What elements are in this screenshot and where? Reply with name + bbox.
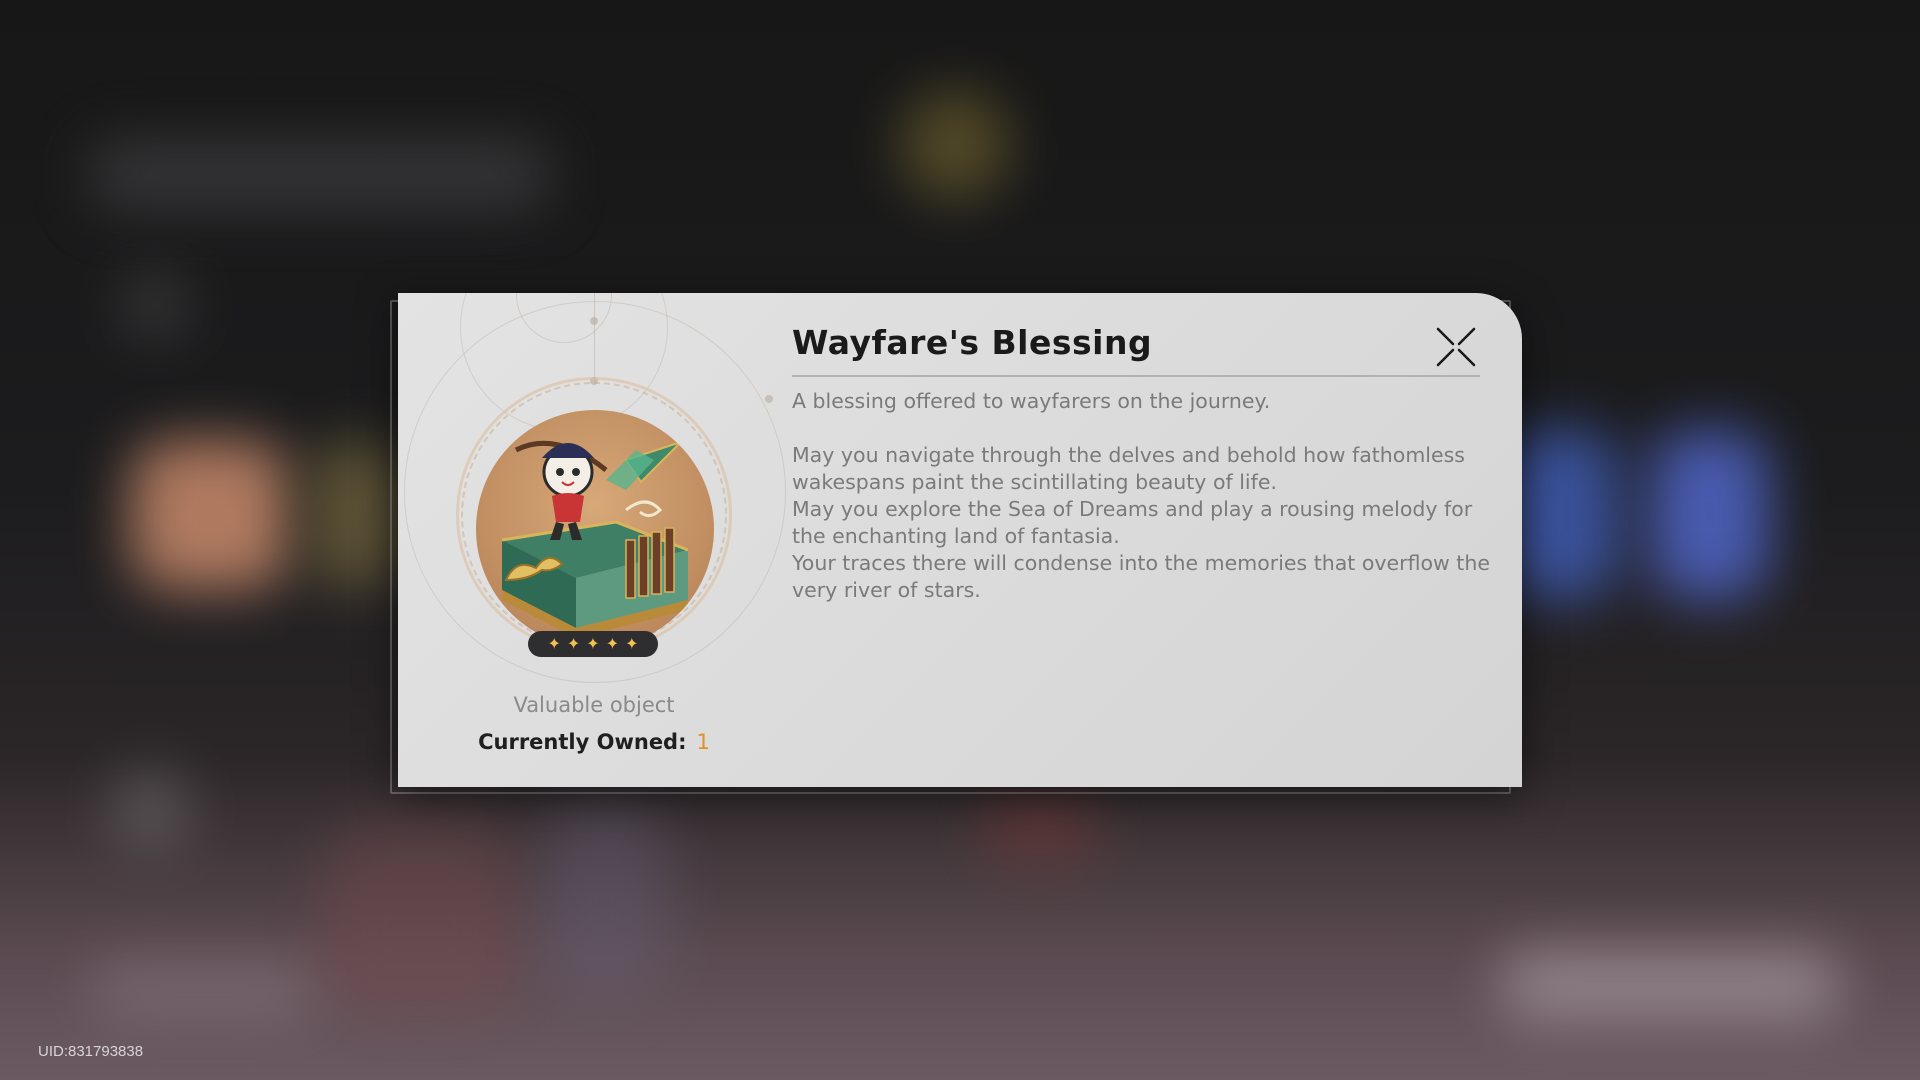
item-category: Valuable object <box>513 693 675 717</box>
item-description: May you navigate through the delves and … <box>792 443 1490 602</box>
blurred-background-button <box>90 960 320 1020</box>
blurred-background-shape <box>320 820 520 1020</box>
owned-value: 1 <box>696 730 710 754</box>
blurred-background-card <box>1650 430 1770 600</box>
game-screen: ✦ ✦ ✦ ✦ ✦ Valuable object Currently Owne… <box>0 0 1920 1080</box>
blurred-background-button <box>1500 950 1840 1020</box>
decorative-line <box>594 293 595 381</box>
owned-count-row: Currently Owned: 1 <box>398 730 790 754</box>
rarity-stars: ✦ ✦ ✦ ✦ ✦ <box>528 631 658 657</box>
decorative-dot <box>590 317 598 325</box>
blurred-background-icon <box>120 270 190 340</box>
blurred-background-bar <box>90 140 550 210</box>
star-icon: ✦ <box>547 634 561 653</box>
decorative-dot <box>765 395 773 403</box>
blurred-background-glow <box>900 90 1010 200</box>
star-icon: ✦ <box>625 634 639 653</box>
wayfare-blessing-cake-icon <box>476 410 714 648</box>
uid-label: UID:831793838 <box>38 1043 144 1060</box>
owned-label: Currently Owned: <box>478 730 687 754</box>
star-icon: ✦ <box>586 634 600 653</box>
blurred-background-card <box>130 440 290 590</box>
blurred-background-icon <box>110 770 190 850</box>
close-x-icon <box>1436 327 1476 367</box>
close-button[interactable] <box>1434 325 1478 369</box>
star-icon: ✦ <box>566 634 581 653</box>
item-summary: A blessing offered to wayfarers on the j… <box>792 389 1271 413</box>
blurred-background-card <box>310 440 400 590</box>
blurred-background-shape <box>540 800 670 1000</box>
item-title: Wayfare's Blessing <box>792 323 1153 362</box>
item-detail-dialog: ✦ ✦ ✦ ✦ ✦ Valuable object Currently Owne… <box>398 293 1522 787</box>
star-icon: ✦ <box>605 634 620 653</box>
title-divider <box>792 375 1480 377</box>
blurred-background-shape <box>980 800 1100 860</box>
